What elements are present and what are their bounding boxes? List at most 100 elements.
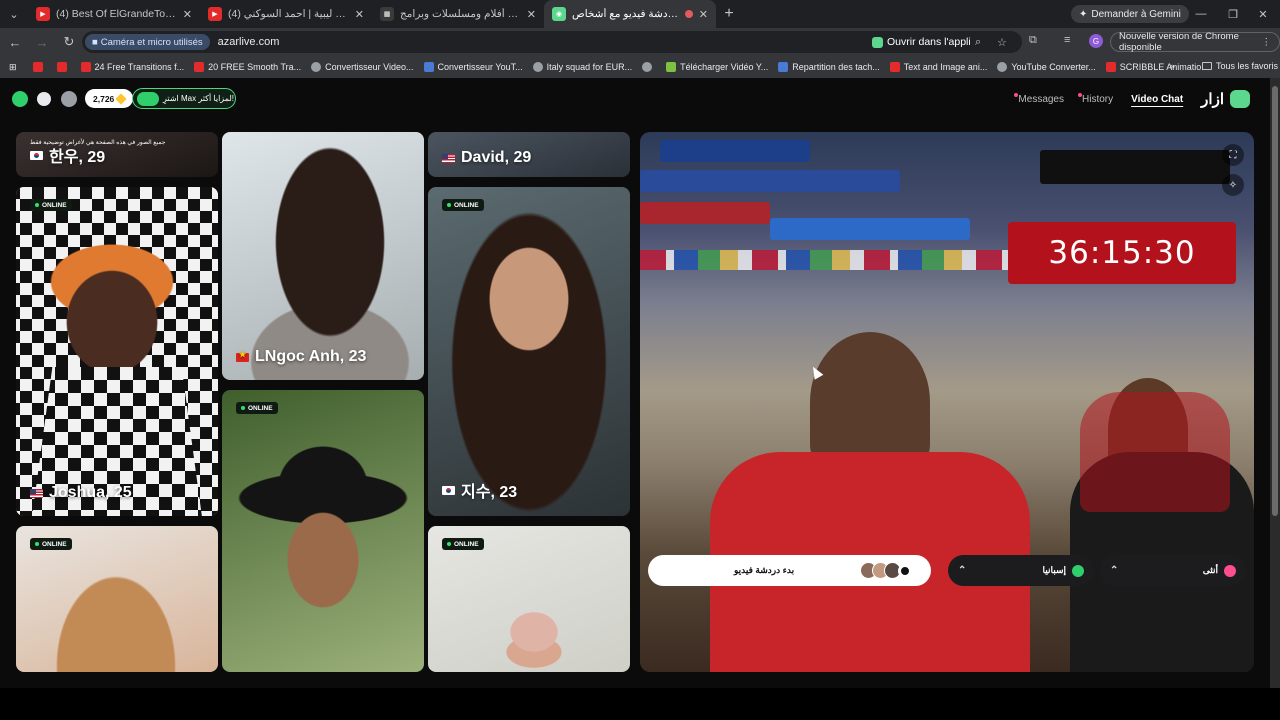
- tab-search-icon[interactable]: ⌄: [0, 0, 28, 28]
- notification-bell-icon[interactable]: [37, 92, 51, 106]
- azar-nav: Messages History Video Chat ازار: [1014, 90, 1250, 108]
- bookmark-item[interactable]: Télécharger Vidéo Y...: [666, 62, 768, 72]
- kebab-menu-icon[interactable]: ⋮: [1262, 37, 1272, 48]
- bookmark-label: Italy squad for EUR...: [546, 62, 633, 72]
- usa-flag-icon: [30, 488, 43, 498]
- browser-toolbar: ← → ↻ ■ Caméra et micro utilisés azarliv…: [0, 28, 1280, 56]
- close-window-icon[interactable]: ✕: [1248, 0, 1278, 28]
- all-bookmarks-folder[interactable]: Tous les favoris: [1202, 61, 1278, 71]
- bookmark-item[interactable]: Convertisseur YouT...: [423, 62, 523, 72]
- azar-logo-icon: [1230, 90, 1250, 108]
- bookmark-item[interactable]: [642, 62, 656, 72]
- profile-card[interactable]: جميع الصور في هذه الصفحة هي لأغراض توضيح…: [16, 132, 218, 177]
- online-dot-icon: [241, 406, 245, 410]
- nav-video-chat[interactable]: Video Chat: [1131, 94, 1183, 105]
- online-badge: ONLINE: [30, 538, 72, 550]
- chrome-update-button[interactable]: Nouvelle version de Chrome disponible ⋮: [1110, 31, 1280, 53]
- effects-wand-icon[interactable]: ✧: [1222, 174, 1244, 196]
- gender-filter-button[interactable]: ⌃ أنثى: [1100, 555, 1246, 586]
- profile-card[interactable]: ONLINE 지수, 23: [428, 187, 630, 516]
- nav-messages[interactable]: Messages: [1014, 92, 1064, 105]
- profile-card[interactable]: ONLINE Joshua, 25: [16, 187, 218, 516]
- friends-icon[interactable]: [12, 91, 28, 107]
- recording-indicator-icon: [684, 10, 693, 18]
- profile-card[interactable]: LNgoc Anh, 23: [222, 132, 424, 380]
- bookmark-label: Convertisseur Video...: [325, 62, 414, 72]
- gemini-label: Demander à Gemini: [1091, 8, 1181, 20]
- gemini-button[interactable]: ✦ Demander à Gemini: [1071, 5, 1189, 23]
- toggle-icon: [898, 563, 912, 578]
- profile-name-text: LNgoc Anh, 23: [255, 348, 367, 365]
- more-bookmarks-chevron-icon[interactable]: »: [1170, 61, 1175, 71]
- azar-brand-logo[interactable]: ازار: [1201, 90, 1250, 108]
- korea-flag-icon: [30, 150, 43, 160]
- brand-text: ازار: [1201, 91, 1224, 108]
- buy-max-button[interactable]: اشترِ Max لمزايا أكثر!: [132, 88, 236, 109]
- bookmark-item[interactable]: 24 Free Transitions f...: [80, 62, 185, 72]
- profile-card[interactable]: David, 29: [428, 132, 630, 177]
- camera-mic-permission-chip[interactable]: ■ Caméra et micro utilisés: [85, 34, 210, 50]
- close-tab-icon[interactable]: ✕: [183, 8, 192, 21]
- converter-icon: [423, 62, 434, 72]
- media-controls-icon[interactable]: ≡: [1064, 34, 1070, 46]
- profile-name-text: David, 29: [461, 149, 532, 166]
- close-tab-icon[interactable]: ✕: [355, 8, 364, 21]
- azar-header: 2,726 اشترِ Max لمزايا أكثر! Messages Hi…: [0, 78, 1270, 122]
- bookmark-item[interactable]: Repartition des tach...: [778, 62, 880, 72]
- profile-avatar[interactable]: G: [1089, 34, 1103, 48]
- bookmark-item[interactable]: Italy squad for EUR...: [532, 62, 633, 72]
- profile-photo: [222, 390, 424, 672]
- browser-tab-2[interactable]: ▶ (4) اغاني ليبية | احمد السوكني - (... …: [200, 0, 372, 28]
- new-tab-plus-icon[interactable]: +: [716, 5, 742, 23]
- bookmark-item[interactable]: SCRIBBLE Animatio...: [1105, 62, 1209, 72]
- gemini-sparkle-icon: ✦: [1079, 8, 1088, 20]
- female-symbol-icon: [1224, 564, 1236, 577]
- all-bookmarks-label: Tous les favoris: [1216, 61, 1279, 71]
- bookmark-item[interactable]: YouTube Converter...: [997, 62, 1096, 72]
- start-video-chat-button[interactable]: بدء دردشة فيديو: [648, 555, 931, 586]
- country-filter-button[interactable]: ⌃ إسبانيا: [948, 555, 1094, 586]
- gems-balance-chip[interactable]: 2,726: [85, 89, 134, 108]
- profile-card[interactable]: ONLINE: [16, 526, 218, 672]
- bookmark-item[interactable]: Convertisseur Video...: [311, 62, 414, 72]
- profile-name: Joshua, 25: [30, 484, 132, 502]
- close-tab-icon[interactable]: ✕: [527, 8, 536, 21]
- reload-icon[interactable]: ↻: [57, 30, 81, 54]
- page-scrollbar[interactable]: [1270, 78, 1280, 688]
- profile-photo: [222, 132, 424, 380]
- profile-name: David, 29: [442, 149, 531, 167]
- bookmark-item[interactable]: [32, 62, 47, 72]
- bookmark-label: 24 Free Transitions f...: [94, 62, 185, 72]
- fullscreen-icon[interactable]: ⛶: [1222, 144, 1244, 166]
- minimize-window-icon[interactable]: —: [1186, 0, 1216, 28]
- online-dot-icon: [35, 542, 39, 546]
- azar-app-icon: [872, 36, 883, 48]
- apps-grid-icon[interactable]: ⊞: [9, 62, 17, 73]
- browser-tab-3[interactable]: ▦ مشاهدة أفلام ومسلسلات وبرامج ✕: [372, 0, 544, 28]
- bookmark-star-icon[interactable]: ☆: [997, 36, 1007, 49]
- youtube-icon: [1105, 62, 1116, 72]
- restore-window-icon[interactable]: ❐: [1218, 0, 1248, 28]
- browser-tab-active[interactable]: ◉ أزار دردشة فيديو مع أشخاص ✕: [544, 0, 716, 28]
- nav-history[interactable]: History: [1078, 92, 1113, 105]
- bookmark-item[interactable]: 20 FREE Smooth Tra...: [194, 62, 301, 72]
- bookmark-label: 20 FREE Smooth Tra...: [208, 62, 302, 72]
- profile-card[interactable]: ONLINE: [222, 390, 424, 672]
- bookmark-item[interactable]: Text and Image ani...: [889, 62, 987, 72]
- browser-tab-1[interactable]: ▶ (4) Best Of ElGrandeToto V1 - Y ✕: [28, 0, 200, 28]
- back-arrow-icon[interactable]: ←: [3, 30, 27, 54]
- forward-arrow-icon[interactable]: →: [30, 30, 54, 54]
- close-tab-icon[interactable]: ✕: [699, 8, 708, 21]
- address-bar[interactable]: ■ Caméra et micro utilisés azarlive.com …: [82, 31, 1022, 53]
- settings-gear-icon[interactable]: [61, 91, 77, 107]
- zoom-search-icon[interactable]: ⌕: [975, 36, 981, 49]
- url-text[interactable]: azarlive.com: [218, 36, 280, 48]
- gem-icon: [115, 92, 127, 105]
- bookmark-label: SCRIBBLE Animatio...: [1119, 62, 1209, 72]
- extensions-puzzle-icon[interactable]: ⧉: [1029, 34, 1037, 47]
- page-bottom-strip: [0, 688, 1280, 720]
- bookmark-item[interactable]: [56, 62, 71, 72]
- open-in-app-button[interactable]: Ouvrir dans l'appli: [872, 34, 971, 50]
- profile-card[interactable]: ONLINE: [428, 526, 630, 672]
- scrollbar-thumb[interactable]: [1272, 86, 1278, 516]
